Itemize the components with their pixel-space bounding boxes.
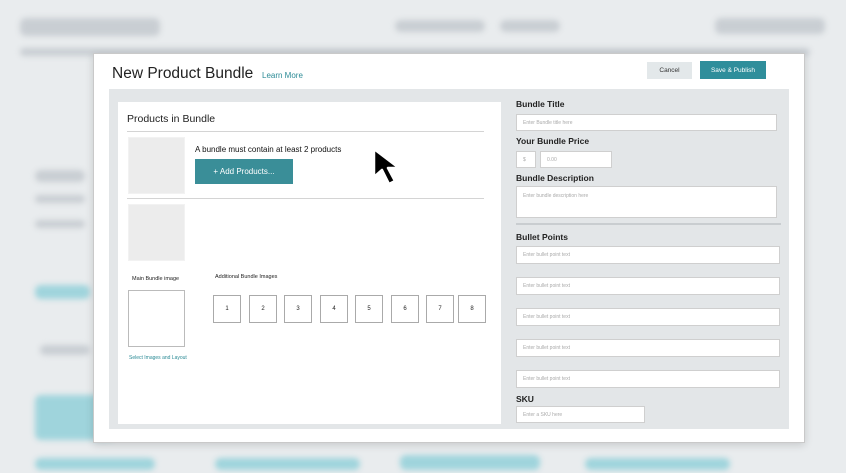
image-slot-1[interactable]: 1: [213, 295, 241, 323]
bundle-description-textarea[interactable]: Enter bundle description here: [516, 186, 777, 218]
additional-images-label: Additional Bundle Images: [215, 274, 278, 280]
bullet-point-input-2[interactable]: Enter bullet point text: [516, 277, 780, 295]
image-slot-7[interactable]: 7: [426, 295, 454, 323]
learn-more-link[interactable]: Learn More: [262, 71, 303, 80]
new-product-bundle-dialog: New Product Bundle Learn More Cancel Sav…: [93, 53, 805, 443]
bundle-form: Bundle Title Enter Bundle title here You…: [516, 89, 786, 429]
image-slot-2[interactable]: 2: [249, 295, 277, 323]
image-slot-4[interactable]: 4: [320, 295, 348, 323]
divider: [127, 198, 484, 199]
select-images-layout-link[interactable]: Select Images and Layout: [129, 355, 187, 361]
product-image-placeholder: [128, 204, 185, 261]
sku-input[interactable]: Enter a SKU here: [516, 406, 645, 423]
bullet-point-input-1[interactable]: Enter bullet point text: [516, 246, 780, 264]
bundle-description-label: Bundle Description: [516, 173, 594, 183]
dialog-title: New Product Bundle: [112, 65, 254, 82]
image-slot-6[interactable]: 6: [391, 295, 419, 323]
image-slot-8[interactable]: 8: [458, 295, 486, 323]
main-bundle-image-slot[interactable]: [128, 290, 185, 347]
add-products-button[interactable]: + Add Products...: [195, 159, 293, 184]
bundle-price-input[interactable]: 0.00: [540, 151, 612, 168]
bundle-title-input[interactable]: Enter Bundle title here: [516, 114, 777, 131]
bullet-point-input-5[interactable]: Enter bullet point text: [516, 370, 780, 388]
divider: [516, 223, 781, 225]
main-image-label: Main Bundle image: [132, 276, 180, 282]
divider: [127, 131, 484, 132]
bundle-price-label: Your Bundle Price: [516, 136, 590, 146]
products-panel: Products in Bundle A bundle must contain…: [118, 102, 501, 424]
bullet-points-label: Bullet Points: [516, 232, 568, 242]
bullet-point-input-3[interactable]: Enter bullet point text: [516, 308, 780, 326]
product-image-placeholder: [128, 137, 185, 194]
bundle-title-label: Bundle Title: [516, 99, 565, 109]
bundle-requirement-message: A bundle must contain at least 2 product…: [195, 145, 342, 154]
currency-field: $: [516, 151, 536, 168]
dialog-body: Products in Bundle A bundle must contain…: [109, 89, 789, 429]
arrow-cursor-icon: [372, 147, 412, 192]
save-publish-button[interactable]: Save & Publish: [700, 61, 766, 79]
image-slot-3[interactable]: 3: [284, 295, 312, 323]
image-slot-5[interactable]: 5: [355, 295, 383, 323]
cancel-button[interactable]: Cancel: [647, 62, 692, 79]
products-heading: Products in Bundle: [127, 113, 216, 125]
sku-label: SKU: [516, 394, 534, 404]
bullet-point-input-4[interactable]: Enter bullet point text: [516, 339, 780, 357]
